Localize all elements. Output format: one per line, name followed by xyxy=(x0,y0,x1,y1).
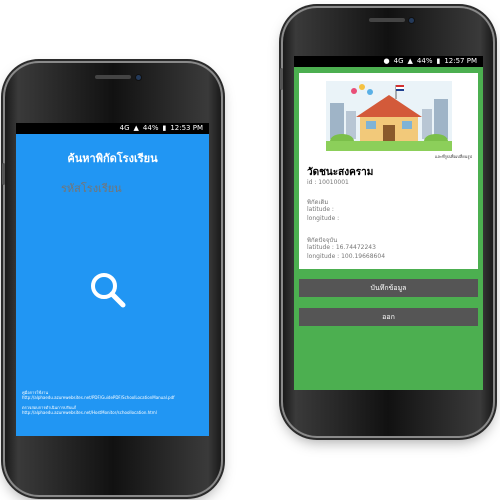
battery-level: 44% xyxy=(416,57,433,65)
current-longitude: longitude : 100.19668604 xyxy=(307,253,386,260)
status-bar: ● 4G ▲ 44% ▮ 12:57 PM xyxy=(294,56,483,67)
front-camera xyxy=(136,75,141,80)
search-icon[interactable] xyxy=(87,269,129,311)
signal-icon: ▲ xyxy=(133,124,139,132)
earpiece xyxy=(369,18,405,22)
left-screen: 4G ▲ 44% ▮ 12:53 PM ค้นหาพิกัดโรงเรียน ค… xyxy=(16,123,209,436)
network-icon: 4G xyxy=(393,57,404,65)
old-longitude: longitude : xyxy=(307,215,340,222)
edit-check-link[interactable]: http://alphaedu.azurewebsites.net/HostMo… xyxy=(22,410,157,415)
right-screen: ● 4G ▲ 44% ▮ 12:57 PM และที่รูปเพื่อเปลี… xyxy=(294,56,483,390)
school-code-input[interactable] xyxy=(61,180,171,198)
battery-icon: ▮ xyxy=(162,124,167,132)
battery-level: 44% xyxy=(142,124,159,132)
school-id: id : 10010001 xyxy=(307,179,349,186)
school-detail-page: และที่รูปเพื่อเปลี่ยนรูป วัดชนะสงคราม id… xyxy=(294,67,483,390)
signal-icon: ▲ xyxy=(407,57,413,65)
school-card: และที่รูปเพื่อเปลี่ยนรูป วัดชนะสงคราม id… xyxy=(299,73,478,269)
manual-link[interactable]: http://alphaedu.azurewebsites.net/PDF/Gu… xyxy=(22,395,175,400)
save-button[interactable]: บันทึกข้อมูล xyxy=(299,279,478,297)
old-latitude: latitude : xyxy=(307,206,334,213)
location-icon: ● xyxy=(383,57,390,65)
side-button xyxy=(2,163,5,185)
status-bar: 4G ▲ 44% ▮ 12:53 PM xyxy=(16,123,209,134)
battery-icon: ▮ xyxy=(436,57,441,65)
left-phone: 4G ▲ 44% ▮ 12:53 PM ค้นหาพิกัดโรงเรียน ค… xyxy=(2,63,221,495)
page-title: ค้นหาพิกัดโรงเรียน xyxy=(67,152,158,165)
search-page: ค้นหาพิกัดโรงเรียน คู่มือการใช้งาน http:… xyxy=(16,134,209,436)
right-phone: ● 4G ▲ 44% ▮ 12:57 PM และที่รูปเพื่อเปลี… xyxy=(280,8,493,436)
clock: 12:53 PM xyxy=(170,124,203,132)
front-camera xyxy=(409,18,414,23)
school-image[interactable] xyxy=(326,81,452,151)
earpiece xyxy=(95,75,131,79)
side-button xyxy=(280,68,283,90)
current-latitude: latitude : 16.74472243 xyxy=(307,244,376,251)
image-caption: และที่รูปเพื่อเปลี่ยนรูป xyxy=(434,154,472,159)
school-name: วัดชนะสงคราม xyxy=(307,167,374,178)
network-icon: 4G xyxy=(119,124,130,132)
exit-button[interactable]: ออก xyxy=(299,308,478,326)
clock: 12:57 PM xyxy=(444,57,477,65)
